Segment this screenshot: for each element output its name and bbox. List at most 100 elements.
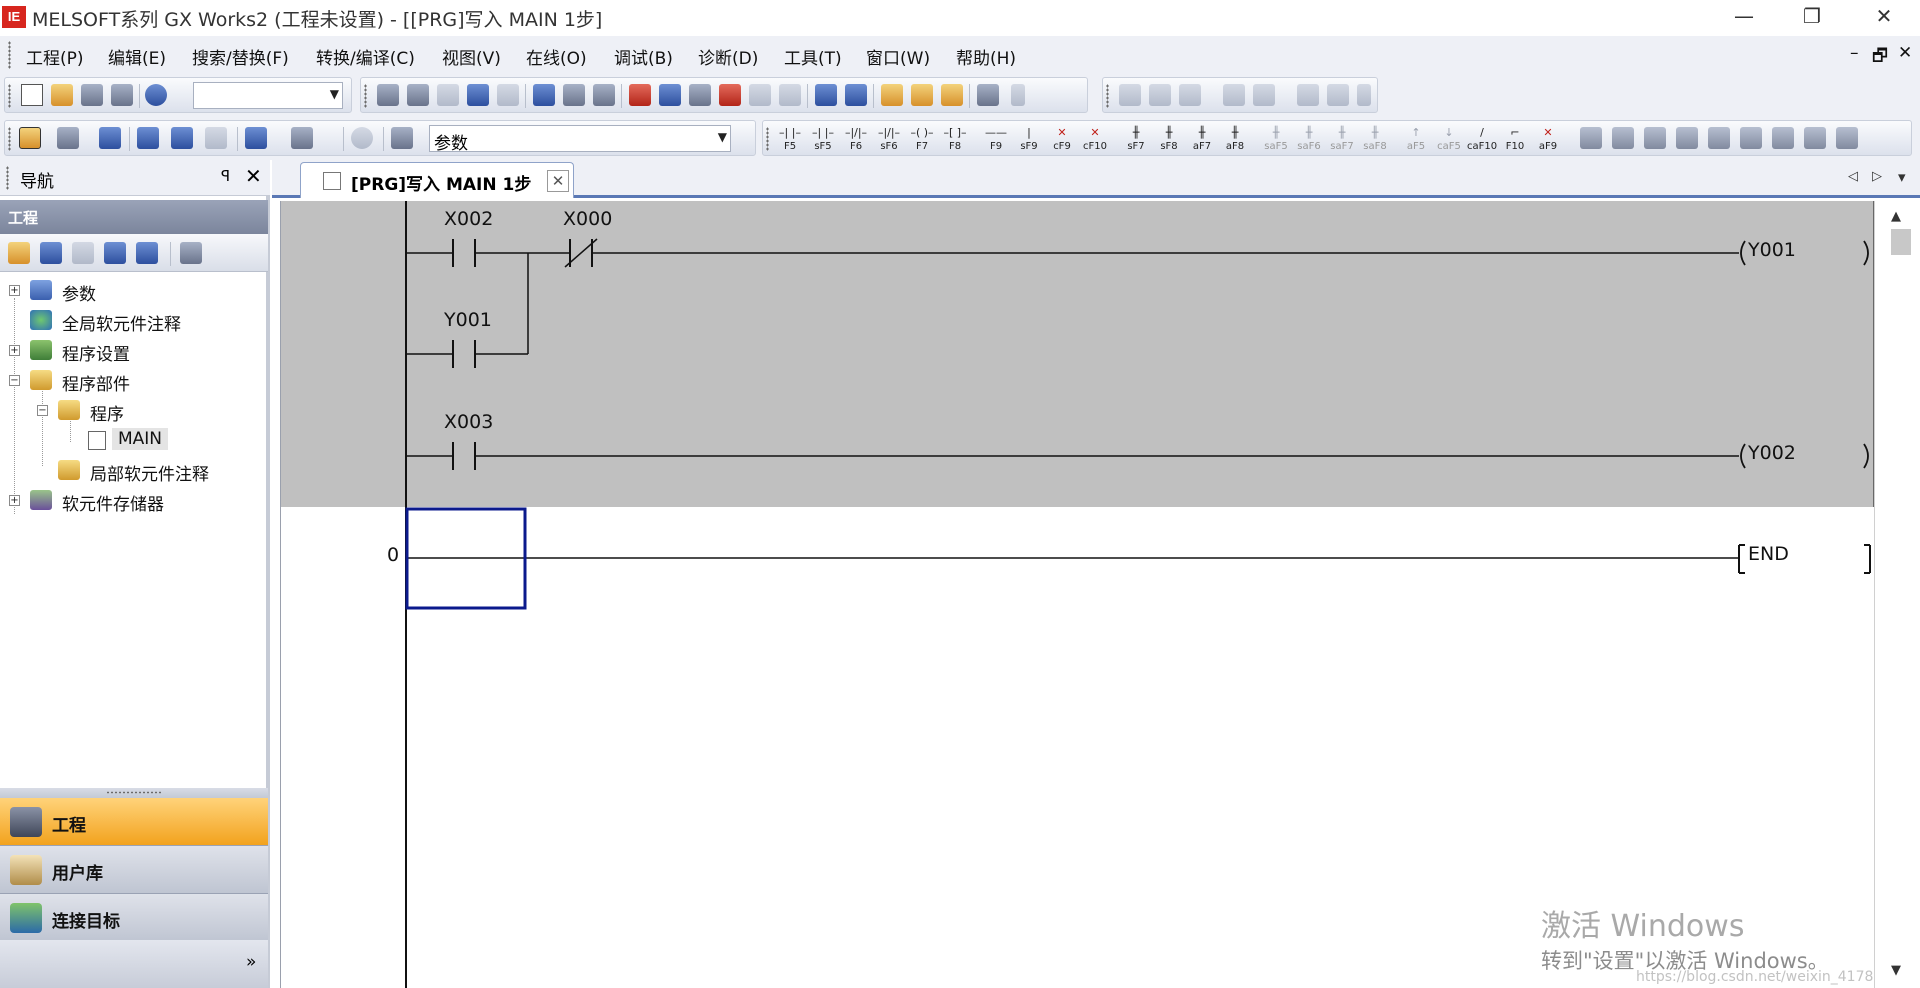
ladder-key-f10[interactable]: ⌐ F10 (1500, 125, 1530, 155)
ladder-bookmark-icon[interactable] (1804, 127, 1826, 149)
chevron-down-icon[interactable]: ▼ (718, 130, 727, 144)
undo-icon[interactable] (467, 84, 489, 106)
overflow-chevron-icon[interactable]: » (246, 952, 256, 972)
menu-find-replace[interactable]: 搜索/替换(F) (192, 44, 289, 69)
tree-item-local-device-comment[interactable]: 局部软元件注释 (0, 458, 268, 485)
monitor-write-icon[interactable] (779, 84, 801, 106)
mdi-restore-button[interactable]: 🗗 (1872, 43, 1888, 72)
simulation-icon[interactable] (977, 84, 999, 106)
sfc-jump-icon[interactable] (1223, 84, 1245, 106)
ladder-key-caf10[interactable]: / caF10 (1467, 125, 1497, 155)
device-comment-icon[interactable] (137, 127, 159, 149)
read-from-plc-icon[interactable] (659, 84, 681, 106)
ladder-key-sf5[interactable]: –| |– sF5 (808, 125, 838, 155)
menu-diagnostics[interactable]: 诊断(D) (698, 44, 758, 69)
pin-icon[interactable]: ꟼ (221, 167, 230, 185)
watch-stop-icon[interactable] (941, 84, 963, 106)
ladder-recovery-icon[interactable] (1676, 127, 1698, 149)
ladder-key-af5[interactable]: ↑ aF5 (1401, 125, 1431, 155)
toolbar-overflow-icon[interactable] (1357, 84, 1371, 106)
ladder-delete-icon[interactable] (1644, 127, 1666, 149)
ladder-key-af7[interactable]: ╫ aF7 (1187, 125, 1217, 155)
save-icon[interactable] (81, 84, 103, 106)
ladder-statement-icon[interactable] (1740, 127, 1762, 149)
copy-icon[interactable] (407, 84, 429, 106)
refresh-icon[interactable] (136, 242, 158, 264)
menu-view[interactable]: 视图(V) (442, 44, 501, 69)
minimize-button[interactable]: — (1716, 0, 1772, 34)
ladder-key-saf6[interactable]: ╫ saF6 (1294, 125, 1324, 155)
menu-convert-compile[interactable]: 转换/编译(C) (316, 44, 415, 69)
tree-options-icon[interactable] (180, 242, 202, 264)
device-search-icon[interactable] (533, 84, 555, 106)
close-button[interactable]: ✕ (1856, 0, 1912, 34)
ladder-convert-icon[interactable] (1580, 127, 1602, 149)
ladder-key-sf8[interactable]: ╫ sF8 (1154, 125, 1184, 155)
ladder-key-sf6[interactable]: –|/|– sF6 (874, 125, 904, 155)
sfc-branch-icon[interactable] (1179, 84, 1201, 106)
statement-icon[interactable] (171, 127, 193, 149)
scroll-up-icon[interactable]: ▲ (1891, 209, 1901, 224)
scroll-thumb[interactable] (1891, 229, 1911, 255)
help-icon[interactable] (351, 127, 373, 149)
navigation-close-button[interactable]: ✕ (245, 164, 262, 188)
device-display-icon[interactable] (245, 127, 267, 149)
mdi-close-button[interactable]: ✕ (1898, 43, 1912, 63)
collapse-icon[interactable]: − (9, 375, 20, 386)
ladder-key-cf10[interactable]: ✕ cF10 (1080, 125, 1110, 155)
add-new-data-icon[interactable] (8, 242, 30, 264)
document-tab-main[interactable]: [PRG]写入 MAIN 1步 ✕ (300, 162, 574, 198)
ladder-key-f7[interactable]: –( )– F7 (907, 125, 937, 155)
menu-debug[interactable]: 调试(B) (614, 44, 673, 69)
cut-icon[interactable] (377, 84, 399, 106)
toolbar-grip[interactable] (766, 127, 769, 151)
menu-project[interactable]: 工程(P) (26, 44, 84, 69)
menu-help[interactable]: 帮助(H) (956, 44, 1016, 69)
tree-item-parameter[interactable]: + 参数 (0, 278, 268, 305)
ladder-editor[interactable]: X002 X000 Y001 Y001 X003 Y002 0 END 激活 W… (280, 201, 1887, 988)
ladder-key-f5[interactable]: –| |– F5 (775, 125, 805, 155)
ladder-key-sf7[interactable]: ╫ sF7 (1121, 125, 1151, 155)
restore-button[interactable]: ❐ (1784, 0, 1840, 34)
property-icon[interactable] (104, 242, 126, 264)
splitter-grip[interactable] (106, 791, 162, 794)
toolbar-grip[interactable] (8, 84, 11, 108)
ladder-key-af9[interactable]: ✕ aF9 (1533, 125, 1563, 155)
toolbar-grip[interactable] (1106, 84, 1109, 108)
find-device-icon[interactable] (291, 127, 313, 149)
instruction-search-icon[interactable] (563, 84, 585, 106)
expand-icon[interactable]: + (9, 495, 20, 506)
toolbar-overflow-icon[interactable] (1011, 84, 1025, 106)
ladder-compare-icon[interactable] (1836, 127, 1858, 149)
note-icon[interactable] (205, 127, 227, 149)
menu-online[interactable]: 在线(O) (526, 44, 587, 69)
ladder-comment-edit-icon[interactable] (1708, 127, 1730, 149)
menu-tools[interactable]: 工具(T) (784, 44, 842, 69)
menubar-grip[interactable] (8, 41, 11, 69)
device-batch-icon[interactable] (815, 84, 837, 106)
search-target-combo[interactable]: 参数 ▼ (429, 125, 731, 154)
menu-edit[interactable]: 编辑(E) (108, 44, 166, 69)
sfc-end-icon[interactable] (1253, 84, 1275, 106)
menu-window[interactable]: 窗口(W) (866, 44, 930, 69)
sfc-step-icon[interactable] (1119, 84, 1141, 106)
contact-coil-search-icon[interactable] (593, 84, 615, 106)
expand-icon[interactable]: + (9, 345, 20, 356)
copy-data-icon[interactable] (40, 242, 62, 264)
ladder-key-f6[interactable]: –|/|– F6 (841, 125, 871, 155)
watch-register-icon[interactable] (911, 84, 933, 106)
tab-scroll-right-icon[interactable]: ▷ (1872, 169, 1882, 184)
device-test-icon[interactable] (845, 84, 867, 106)
paste-data-icon[interactable] (72, 242, 94, 264)
nav-tab-connection-destination[interactable]: 连接目标 (0, 894, 268, 942)
ladder-insert-icon[interactable] (1612, 127, 1634, 149)
tree-item-global-device-comment[interactable]: 全局软元件注释 (0, 308, 268, 335)
panel-grip[interactable] (6, 166, 9, 190)
nav-tab-user-library[interactable]: 用户库 (0, 846, 268, 894)
navigation-splitter[interactable] (0, 788, 268, 798)
new-file-icon[interactable] (21, 84, 43, 106)
vertical-scrollbar[interactable]: ▲ ▼ (1874, 201, 1920, 988)
element-selection-icon[interactable] (57, 127, 79, 149)
tree-item-device-memory[interactable]: + 软元件存储器 (0, 488, 268, 515)
verify-icon[interactable] (689, 84, 711, 106)
